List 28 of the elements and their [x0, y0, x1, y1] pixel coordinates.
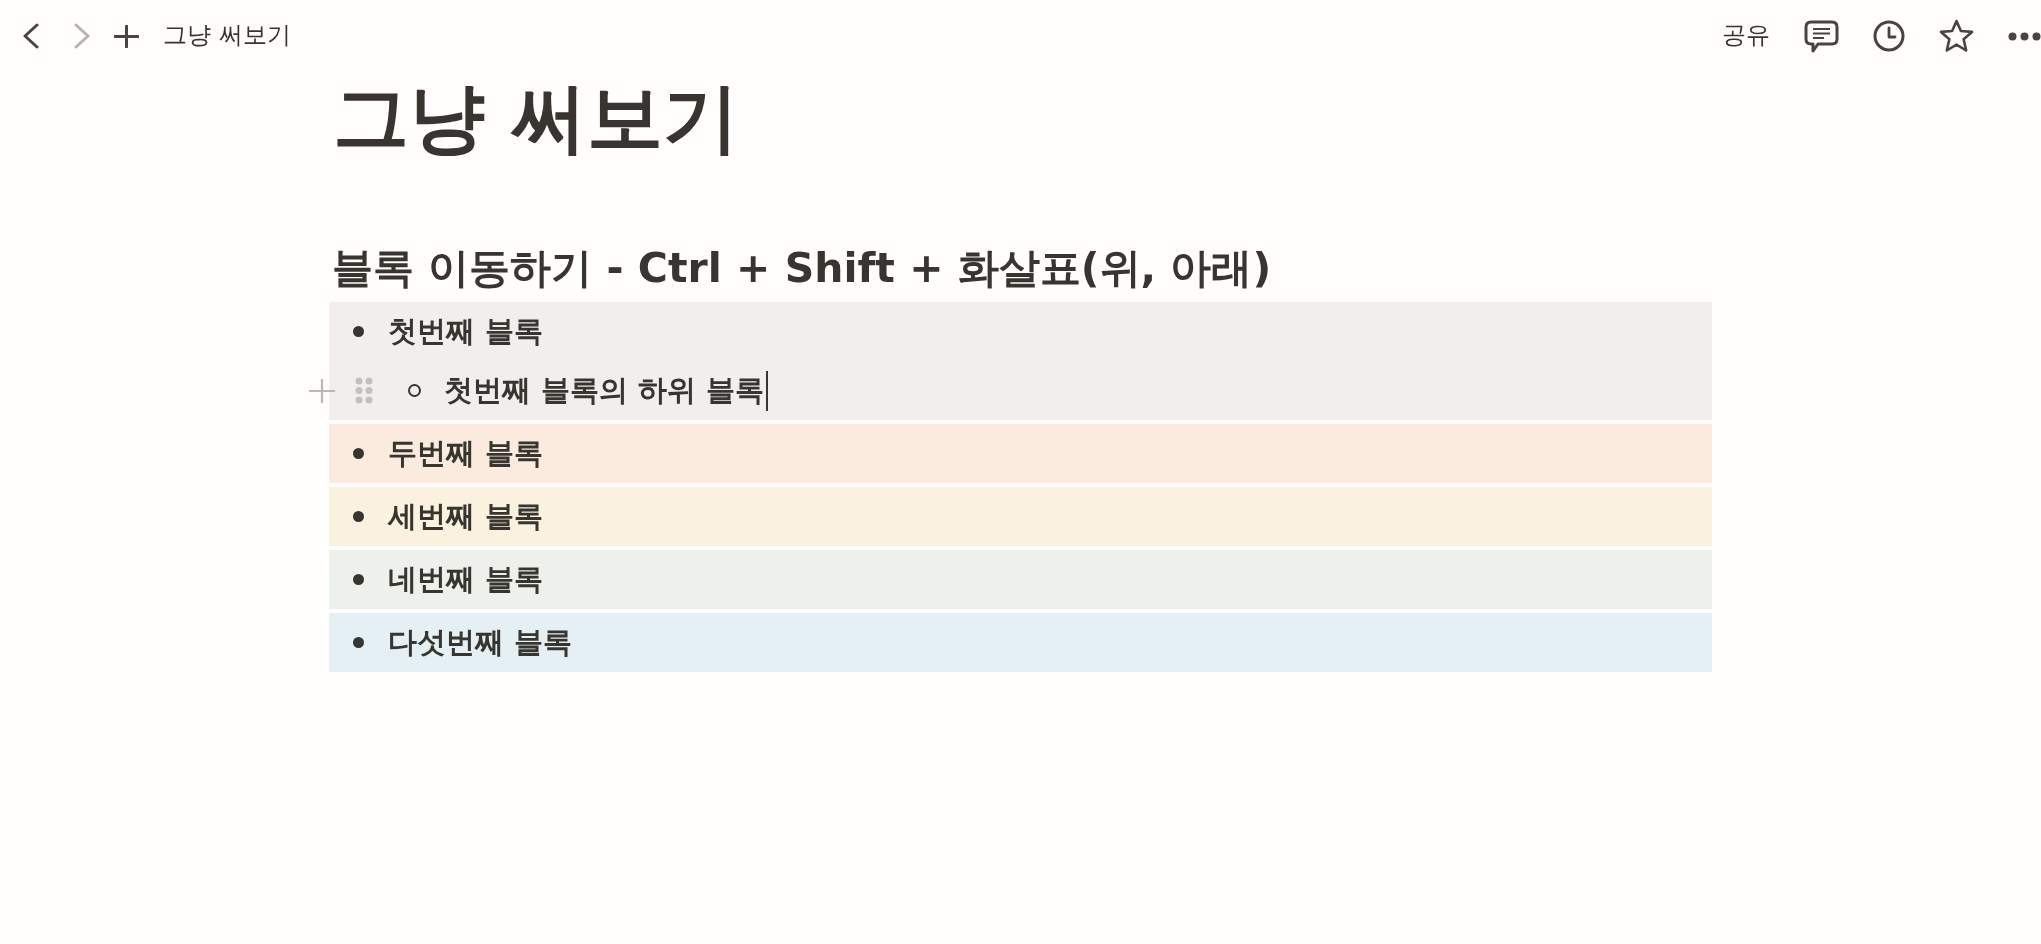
- block-text[interactable]: 두번째 블록: [388, 435, 544, 473]
- block-text[interactable]: 첫번째 블록: [388, 313, 544, 351]
- back-chevron-icon: [23, 23, 39, 49]
- bullet-icon: [353, 448, 364, 460]
- forward-chevron-icon: [74, 23, 90, 49]
- block-text[interactable]: 세번째 블록: [388, 498, 544, 536]
- block-text[interactable]: 다섯번째 블록: [388, 624, 573, 662]
- more-button[interactable]: [2008, 31, 2041, 41]
- section-heading[interactable]: 블록 이동하기 - Ctrl + Shift + 화살표(위, 아래): [329, 242, 1272, 296]
- comments-button[interactable]: [1804, 19, 1839, 53]
- bullet-icon: [353, 637, 364, 649]
- plus-icon: [113, 24, 139, 48]
- breadcrumb-link[interactable]: 그냥 써보기: [161, 20, 293, 52]
- page-title[interactable]: 그냥 써보기: [329, 72, 740, 164]
- block-text[interactable]: 첫번째 블록의 하위 블록: [444, 372, 765, 410]
- speech-bubble-icon: [1804, 19, 1839, 53]
- star-icon: [1939, 19, 1974, 53]
- bullet-icon: [353, 511, 364, 523]
- drag-handle-icon[interactable]: [355, 377, 373, 405]
- more-dots-icon: [2008, 31, 2041, 41]
- block-text[interactable]: 네번째 블록: [388, 561, 544, 599]
- share-button[interactable]: 공유: [1722, 20, 1770, 52]
- circle-bullet-icon: [408, 384, 421, 398]
- history-button[interactable]: [1873, 20, 1905, 52]
- favorite-button[interactable]: [1939, 19, 1974, 53]
- bullet-icon: [353, 326, 364, 338]
- bullet-icon: [353, 574, 364, 586]
- clock-icon: [1873, 20, 1905, 52]
